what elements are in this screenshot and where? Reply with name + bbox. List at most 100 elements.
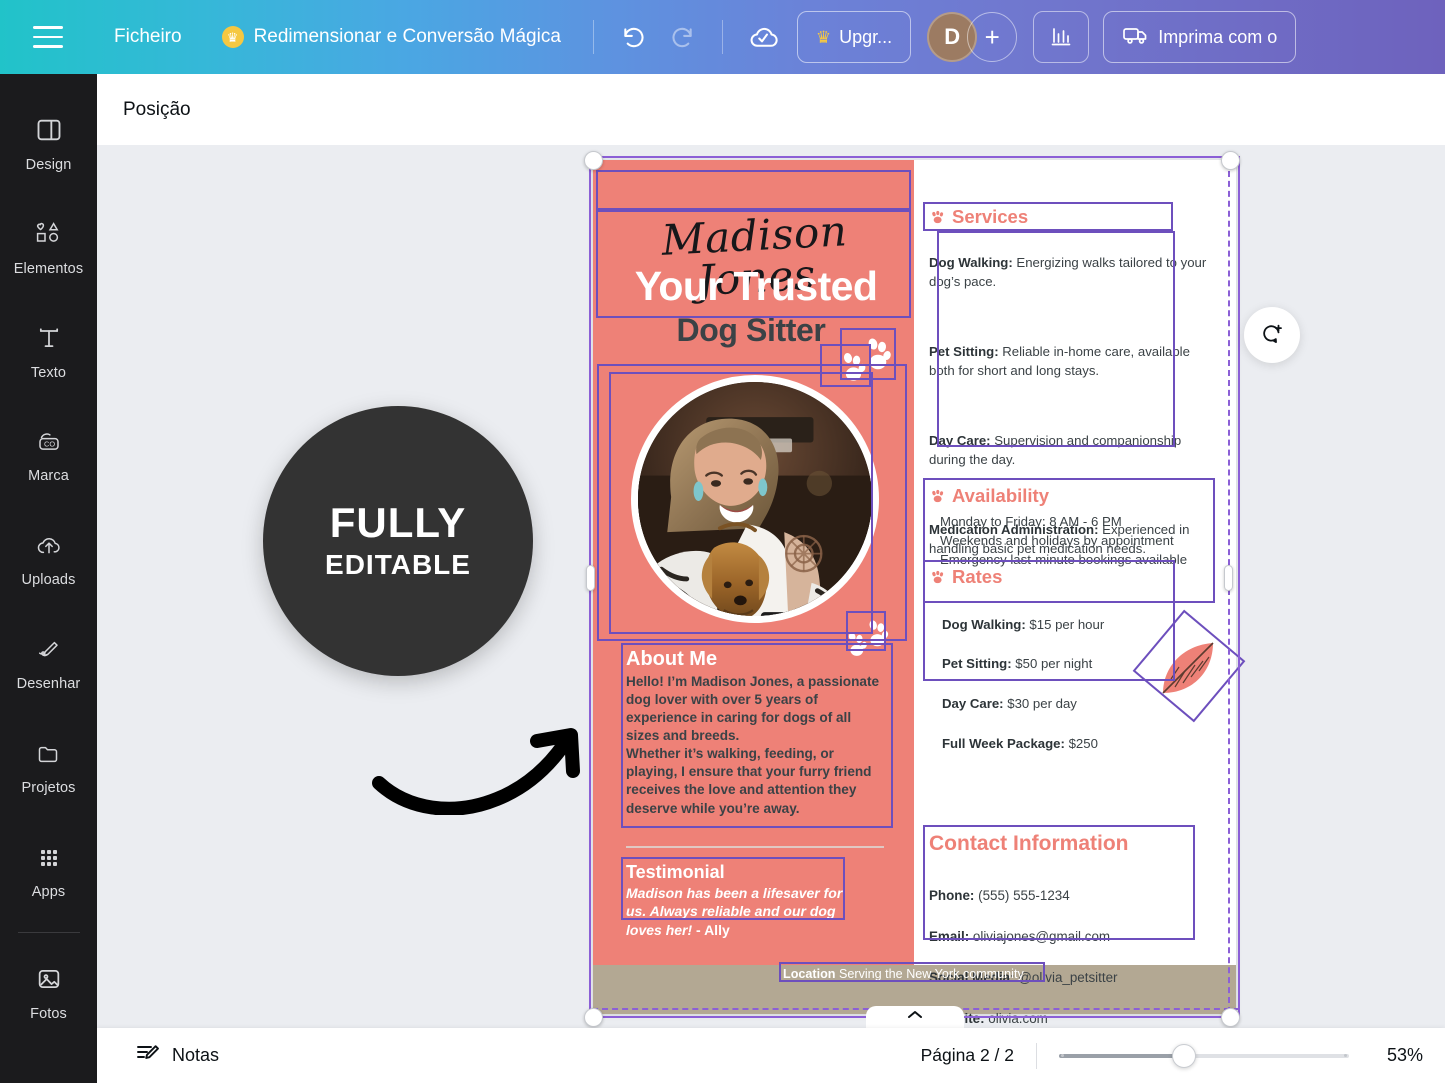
svg-text:CO: CO [44, 439, 55, 448]
collaborators-group: D + [927, 12, 1018, 62]
resize-handle-left[interactable] [586, 565, 595, 591]
sidebar-item-label: Texto [30, 364, 67, 381]
service-name: Pet Sitting: [929, 344, 999, 359]
expand-pages-panel-button[interactable] [866, 1006, 964, 1030]
rate-value: $30 per day [1003, 695, 1077, 711]
availability-section[interactable]: Availability Monday to Friday: 8 AM - 6 … [929, 485, 1219, 569]
zoom-track-filled [1059, 1053, 1181, 1058]
upgrade-button[interactable]: ♛ Upgr... [796, 11, 912, 63]
resize-handle-top-right[interactable] [1221, 151, 1240, 170]
rate-value: $15 per hour [1025, 616, 1105, 632]
testimonial-title: Testimonial [626, 862, 725, 882]
leaf-decoration-icon[interactable] [1151, 631, 1229, 709]
canvas-area[interactable]: Madison Jones Your Trusted Dog Sitter Ab… [97, 145, 1445, 1028]
contact-title: Contact Information [929, 832, 1129, 855]
footer-location-text[interactable]: Location Serving the New York community [783, 966, 1053, 984]
testimonial-author: - Ally [692, 921, 730, 938]
stats-bar-icon[interactable] [1033, 11, 1090, 63]
sidebar-item-fotos[interactable]: Fotos [0, 941, 97, 1045]
services-title: Services [952, 206, 1029, 227]
zoom-slider[interactable] [1059, 1043, 1349, 1068]
about-title: About Me [626, 648, 718, 670]
upgrade-label: Upgr... [839, 26, 893, 47]
sidebar-item-texto[interactable]: Texto [0, 300, 97, 404]
sidebar-item-label: Uploads [21, 571, 76, 588]
menu-file[interactable]: Ficheiro [98, 17, 198, 57]
poster-headline-secondary[interactable]: Dog Sitter [601, 312, 901, 349]
rate-item: Full Week Package: $250 [942, 734, 1219, 754]
sidebar-item-uploads[interactable]: Uploads [0, 508, 97, 612]
poster-headline-primary[interactable]: Your Trusted [601, 264, 911, 308]
design-page[interactable]: Madison Jones Your Trusted Dog Sitter Ab… [593, 160, 1246, 1026]
fully-editable-badge: FULLY EDITABLE [263, 406, 533, 676]
cloud-saved-icon[interactable] [739, 13, 787, 61]
paw-print-icon [929, 488, 946, 505]
toolbar-divider [1036, 1042, 1037, 1069]
resize-handle-bottom-right[interactable] [1221, 1008, 1240, 1027]
sidebar-item-projetos[interactable]: Projetos [0, 716, 97, 820]
sidebar-item-label: Design [25, 156, 72, 173]
rate-value: $250 [1064, 735, 1098, 751]
rates-title: Rates [952, 566, 1003, 587]
chevron-up-icon [908, 1011, 922, 1018]
redo-icon[interactable] [658, 13, 706, 61]
testimonial-quote: Madison has been a lifesaver for us. Alw… [626, 884, 846, 939]
service-name: Day Care: [929, 433, 991, 448]
service-item: Pet Sitting: Reliable in-home care, avai… [929, 342, 1219, 380]
top-toolbar: Ficheiro ♛ Redimensionar e Conversão Mág… [0, 0, 1445, 74]
sidebar-item-marca[interactable]: CO Marca [0, 404, 97, 508]
print-label: Imprima com o [1158, 26, 1278, 47]
page-counter[interactable]: Página 2 / 2 [921, 1045, 1014, 1066]
draw-pen-icon [34, 637, 64, 668]
sidebar-item-label: Marca [28, 467, 69, 484]
contact-value: oliviajones@gmail.com [969, 929, 1111, 945]
sidebar-item-elementos[interactable]: Elementos [0, 196, 97, 300]
brand-kit-icon: CO [34, 429, 64, 460]
paw-print-icon [929, 209, 946, 226]
sidebar-item-design[interactable]: Design [0, 92, 97, 196]
zoom-slider-knob[interactable] [1172, 1043, 1197, 1068]
hamburger-line [33, 26, 63, 29]
zoom-percentage[interactable]: 53% [1375, 1045, 1423, 1066]
upload-cloud-icon [34, 533, 64, 564]
resize-handle-right[interactable] [1224, 565, 1233, 591]
crown-icon: ♛ [815, 27, 832, 47]
badge-line-1: FULLY [329, 498, 467, 546]
add-comment-icon[interactable] [1244, 307, 1300, 363]
sidebar-item-apps[interactable]: Apps [0, 820, 97, 924]
services-header: Services [929, 206, 1219, 228]
service-name: Dog Walking: [929, 255, 1013, 270]
rate-name: Full Week Package: [942, 735, 1065, 751]
resize-handle-bottom-left[interactable] [584, 1008, 603, 1027]
print-button[interactable]: Imprima com o [1103, 11, 1297, 63]
rate-name: Dog Walking: [942, 616, 1026, 632]
profile-photo[interactable] [631, 375, 879, 623]
menu-magic-resize-label: Redimensionar e Conversão Mágica [253, 26, 561, 47]
about-section[interactable]: About Me Hello! I’m Madison Jones, a pas… [626, 648, 888, 818]
menu-magic-resize[interactable]: ♛ Redimensionar e Conversão Mágica [206, 17, 577, 57]
hamburger-menu-icon[interactable] [20, 9, 76, 65]
toolbar-divider [592, 20, 594, 54]
add-people-button[interactable]: + [967, 12, 1018, 62]
undo-icon[interactable] [610, 13, 658, 61]
contact-body: Phone: (555) 555-1234 Email: oliviajones… [929, 866, 1219, 1028]
sidebar-item-desenhar[interactable]: Desenhar [0, 612, 97, 716]
rate-value: $50 per night [1011, 656, 1093, 672]
resize-handle-top-left[interactable] [584, 151, 603, 170]
contact-value: (555) 555-1234 [974, 888, 1070, 904]
notes-button[interactable]: Notas [125, 1034, 229, 1077]
availability-title: Availability [952, 485, 1049, 506]
profile-photo-image [638, 382, 872, 616]
footer-location-label: Location [783, 967, 836, 981]
sidebar-divider [17, 932, 80, 933]
contact-section[interactable]: Contact Information Phone: (555) 555-123… [929, 832, 1219, 1028]
zoom-tick-max [1344, 1054, 1347, 1057]
notes-label: Notas [172, 1045, 220, 1065]
about-body: Hello! I’m Madison Jones, a passionate d… [626, 674, 880, 816]
availability-header: Availability [929, 485, 1219, 507]
testimonial-section[interactable]: Testimonial Madison has been a lifesaver… [626, 862, 846, 939]
position-button[interactable]: Posição [123, 99, 191, 121]
footer-location-value: Serving the New York community [835, 967, 1024, 981]
folder-projects-icon [35, 741, 63, 772]
text-t-icon [35, 324, 63, 357]
